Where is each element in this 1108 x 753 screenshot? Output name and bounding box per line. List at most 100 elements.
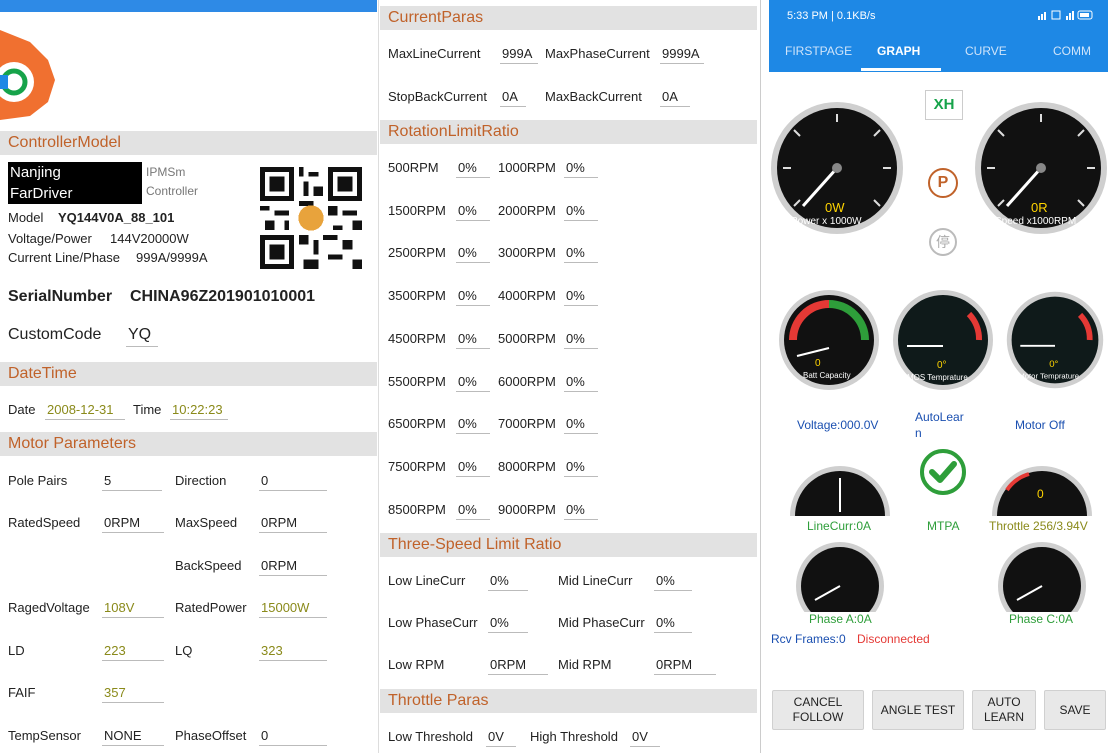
voltage-power-label: Voltage/Power [8,231,92,246]
rpm-ratio-input[interactable]: 0% [456,203,490,221]
battery-caption: Batt Capacity [803,371,851,380]
tab-curve[interactable]: CURVE [965,44,1007,58]
low-rpm-label: Low RPM [388,657,445,672]
low-rpm-input[interactable]: 0RPM [488,657,548,675]
max-speed-input[interactable]: 0RPM [259,515,327,533]
voltage-text: Voltage:000.0V [797,418,879,432]
direction-label: Direction [175,473,227,488]
rpm-ratio-input[interactable]: 0% [564,160,598,178]
rpm-label: 3000RPM [498,245,556,260]
controller-sub2: Controller [146,184,199,198]
check-icon [920,449,966,495]
rpm-label: 4000RPM [498,288,556,303]
section-three-speed-limit-ratio: Three-Speed Limit Ratio [380,533,757,557]
low-threshold-label: Low Threshold [388,729,474,744]
pole-pairs-label: Pole Pairs [8,473,68,488]
rpm-ratio-input[interactable]: 0% [564,245,598,263]
battery-value: 0 [815,358,821,369]
raged-voltage-input[interactable]: 108V [102,600,164,618]
rated-power-label: RatedPower [175,600,247,615]
tab-firstpage[interactable]: FIRSTPAGE [785,44,852,58]
parking-p-icon[interactable]: P [928,168,958,198]
rpm-ratio-input[interactable]: 0% [564,288,598,306]
time-input[interactable]: 10:22:23 [170,402,228,420]
high-threshold-input[interactable]: 0V [630,729,660,747]
temp-sensor-input[interactable]: NONE [102,728,164,746]
tab-comm[interactable]: COMM [1053,44,1091,58]
cancel-follow-button[interactable]: CANCEL FOLLOW [772,690,864,730]
rpm-ratio-input[interactable]: 0% [456,331,490,349]
divider [378,0,379,753]
save-button[interactable]: SAVE [1044,690,1106,730]
direction-input[interactable]: 0 [259,473,327,491]
status-bar: 5:33 PM | 0.1KB/s [769,0,1108,34]
pole-pairs-input[interactable]: 5 [102,473,162,491]
max-back-current-input[interactable]: 0A [660,89,690,107]
rated-power-input[interactable]: 15000W [259,600,327,618]
phase-c-gauge [998,542,1086,612]
divider [760,0,761,753]
rpm-ratio-input[interactable]: 0% [456,160,490,178]
angle-test-button[interactable]: ANGLE TEST [872,690,964,730]
rpm-ratio-input[interactable]: 0% [564,331,598,349]
raged-voltage-label: RagedVoltage [8,600,90,615]
date-input[interactable]: 2008-12-31 [45,402,125,420]
max-speed-label: MaxSpeed [175,515,238,530]
max-line-current-input[interactable]: 999A [500,46,538,64]
rated-speed-input[interactable]: 0RPM [102,515,164,533]
mos-temp-gauge: 0° MOS Temprature [893,290,993,390]
mid-rpm-input[interactable]: 0RPM [654,657,716,675]
serial-number-label: SerialNumber [8,288,113,305]
linecurr-gauge [790,466,890,516]
rpm-label: 8000RPM [498,459,556,474]
rpm-label: 5000RPM [498,331,556,346]
lq-input[interactable]: 323 [259,643,327,661]
phase-a-text: Phase A:0A [809,612,872,626]
low-linecurr-input[interactable]: 0% [488,573,528,591]
throttle-gauge: 0 [992,466,1092,516]
throttle-text: Throttle 256/3.94V [989,519,1088,533]
rpm-ratio-input[interactable]: 0% [456,374,490,392]
mid-linecurr-label: Mid LineCurr [558,573,633,588]
section-rotation-limit-ratio: RotationLimitRatio [380,120,757,144]
ld-label: LD [8,643,25,658]
faif-input[interactable]: 357 [102,685,164,703]
ld-input[interactable]: 223 [102,643,164,661]
mid-rpm-label: Mid RPM [558,657,612,672]
phase-a-gauge [796,542,884,612]
rpm-label: 1000RPM [498,160,556,175]
auto-learn-button[interactable]: AUTO LEARN [972,690,1036,730]
rpm-ratio-input[interactable]: 0% [564,203,598,221]
rpm-ratio-input[interactable]: 0% [456,502,490,520]
current-line-phase-label: Current Line/Phase [8,250,121,265]
rpm-label: 5500RPM [388,374,446,389]
power-caption: Power x 1000W [791,216,862,227]
rpm-ratio-input[interactable]: 0% [564,459,598,477]
rpm-ratio-input[interactable]: 0% [456,288,490,306]
stop-back-current-input[interactable]: 0A [500,89,526,107]
mid-linecurr-input[interactable]: 0% [654,573,692,591]
high-threshold-label: High Threshold [530,729,618,744]
rpm-label: 6500RPM [388,416,446,431]
low-threshold-input[interactable]: 0V [486,729,516,747]
max-phase-current-input[interactable]: 9999A [660,46,704,64]
rpm-ratio-input[interactable]: 0% [456,245,490,263]
tab-graph[interactable]: GRAPH [877,44,920,58]
status-icons [1038,10,1094,23]
rpm-ratio-input[interactable]: 0% [456,459,490,477]
motor-temp-gauge: 0° Motor Temprature [1006,291,1104,389]
rpm-ratio-input[interactable]: 0% [456,416,490,434]
battery-gauge: 0 Batt Capacity [779,290,879,390]
masked-name-line1: Nanjing [8,162,142,183]
rpm-ratio-input[interactable]: 0% [564,416,598,434]
rpm-ratio-input[interactable]: 0% [564,502,598,520]
mid-phasecurr-input[interactable]: 0% [654,615,692,633]
stop-icon[interactable]: 停 [929,228,957,256]
rpm-ratio-input[interactable]: 0% [564,374,598,392]
back-speed-input[interactable]: 0RPM [259,558,327,576]
phase-offset-input[interactable]: 0 [259,728,327,746]
qr-code-icon [260,167,362,269]
low-phasecurr-input[interactable]: 0% [488,615,528,633]
custom-code-input[interactable]: YQ [126,326,158,347]
power-value: 0W [825,200,845,215]
